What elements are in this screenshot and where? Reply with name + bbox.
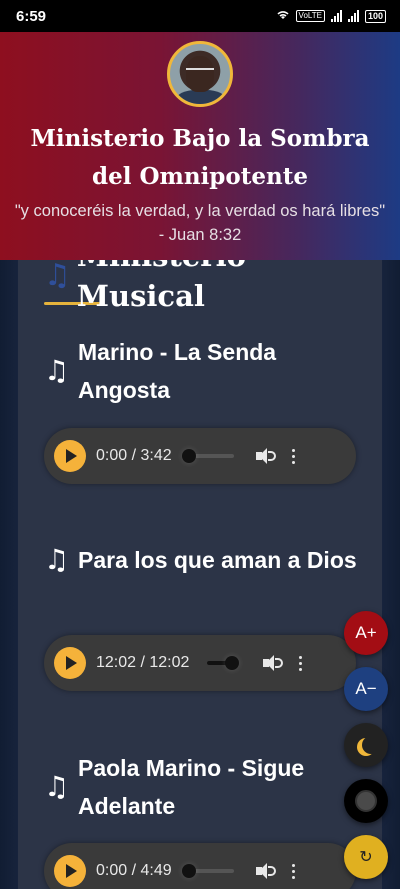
track-item: ♫ Para los que aman a Dios 12:02 / 12:02 <box>44 541 364 691</box>
more-options-icon[interactable] <box>291 448 295 464</box>
volte-badge: VoLTE <box>295 10 325 22</box>
signal-icon <box>330 10 342 22</box>
dark-mode-button[interactable] <box>344 723 388 767</box>
contrast-button[interactable] <box>344 779 388 823</box>
status-icons: VoLTE 100 <box>276 9 386 23</box>
music-note-icon: ♫ <box>44 770 70 803</box>
site-title: Ministerio Bajo la Sombra del Omnipotent… <box>30 125 370 190</box>
increase-font-button[interactable]: A+ <box>344 611 388 655</box>
more-options-icon[interactable] <box>299 655 303 671</box>
decrease-font-button[interactable]: A− <box>344 667 388 711</box>
track-title: Paola Marino - Sigue Adelante <box>78 755 305 819</box>
contrast-icon <box>355 790 377 812</box>
signal-icon-2 <box>347 10 359 22</box>
battery-icon: 100 <box>364 9 386 23</box>
volume-icon[interactable] <box>255 862 276 880</box>
audio-player: 12:02 / 12:02 <box>44 635 356 691</box>
reset-button[interactable]: ↻ <box>344 835 388 879</box>
status-bar: 6:59 VoLTE 100 <box>0 0 400 32</box>
audio-player: 0:00 / 4:49 <box>44 843 356 889</box>
seek-slider[interactable] <box>207 656 240 670</box>
section-heading: ♫ Ministerio Musical <box>44 239 384 313</box>
seek-slider[interactable] <box>181 864 234 878</box>
play-button[interactable] <box>54 855 86 887</box>
moon-icon <box>362 736 380 754</box>
site-header: Ministerio Bajo la Sombra del Omnipotent… <box>0 32 400 260</box>
audio-player: 0:00 / 3:42 <box>44 428 356 484</box>
time-display: 0:00 / 3:42 <box>96 447 172 464</box>
play-button[interactable] <box>54 647 86 679</box>
track-item: ♫ Marino - La Senda Angosta 0:00 / 3:42 <box>44 333 364 484</box>
music-note-icon: ♫ <box>44 543 70 576</box>
volume-icon[interactable] <box>255 447 276 465</box>
time-display: 12:02 / 12:02 <box>96 654 190 671</box>
music-note-icon: ♫ <box>44 354 70 387</box>
play-button[interactable] <box>54 440 86 472</box>
volume-icon[interactable] <box>263 654 284 672</box>
status-time: 6:59 <box>16 7 47 25</box>
track-item: ♫ Paola Marino - Sigue Adelante 0:00 / 4… <box>44 749 364 889</box>
time-display: 0:00 / 4:49 <box>96 862 172 879</box>
wifi-icon <box>276 9 290 23</box>
avatar <box>167 41 233 107</box>
bible-verse: "y conoceréis la verdad, y la verdad os … <box>14 202 386 244</box>
track-title: Para los que aman a Dios <box>78 547 357 573</box>
music-note-icon: ♫ <box>44 258 71 293</box>
track-title: Marino - La Senda Angosta <box>78 339 277 403</box>
more-options-icon[interactable] <box>291 863 295 879</box>
seek-slider[interactable] <box>181 449 234 463</box>
